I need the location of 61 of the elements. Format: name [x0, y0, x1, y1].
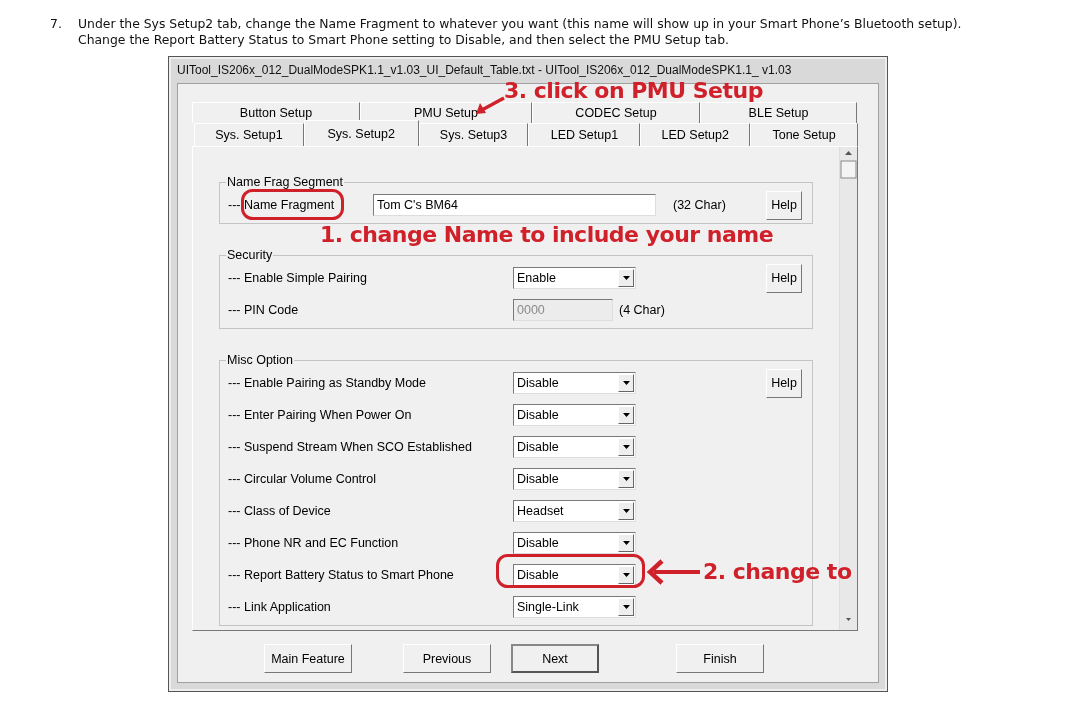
- tab[interactable]: LED Setup1: [528, 123, 641, 146]
- setting-label: --- Suspend Stream When SCO Established: [228, 440, 473, 454]
- char-limit: (32 Char): [673, 198, 726, 212]
- setting-label: --- Link Application: [228, 600, 332, 614]
- dropdown[interactable]: Disable: [513, 564, 636, 586]
- setting-label: --- Name Fragment: [228, 198, 336, 212]
- annotation-arrow: [646, 559, 700, 585]
- char-limit: (4 Char): [619, 303, 665, 317]
- tab[interactable]: Sys. Setup1: [194, 123, 304, 146]
- dropdown[interactable]: Disable: [513, 436, 636, 458]
- tab[interactable]: Sys. Setup2: [303, 120, 419, 146]
- caret-icon: [623, 413, 630, 417]
- caret-icon: [623, 541, 630, 545]
- dropdown[interactable]: Disable: [513, 532, 636, 554]
- tab[interactable]: Button Setup: [192, 102, 360, 123]
- caret-icon: [623, 509, 630, 513]
- setting-label: --- Report Battery Status to Smart Phone: [228, 568, 455, 582]
- instruction-text: Under the Sys Setup2 tab, change the Name Fragment to whatever you want (this name will show up in your Smart Phone’s Bluetooth setup).: [78, 16, 962, 32]
- setting-label: --- PIN Code: [228, 303, 300, 317]
- tab[interactable]: CODEC Setup: [532, 102, 700, 123]
- caret-icon: [623, 605, 630, 609]
- help-button[interactable]: Help: [766, 263, 802, 293]
- setting-label: --- Enter Pairing When Power On: [228, 408, 413, 422]
- annotation-text: 1. change Name to include your name: [320, 222, 774, 247]
- caret-icon: [623, 381, 630, 385]
- dropdown[interactable]: Enable: [513, 267, 636, 289]
- tab[interactable]: Tone Setup: [750, 123, 858, 146]
- group-title: Security: [226, 248, 274, 262]
- annotation-arrow: [476, 96, 505, 114]
- instruction-text: Change the Report Battery Status to Smart Phone setting to Disable, and then select the PMU Setup tab.: [78, 32, 730, 48]
- dropdown[interactable]: Disable: [513, 468, 636, 490]
- tab[interactable]: PMU Setup: [360, 102, 532, 123]
- dialog-button[interactable]: Next: [511, 644, 599, 673]
- dropdown[interactable]: Disable: [513, 404, 636, 426]
- group-title: Name Frag Segment: [226, 175, 345, 189]
- window-title: UITool_IS206x_012_DualModeSPK1.1_v1.03_UI_Default_Table.txt - UITool_IS206x_012_DualModeSPK1.1_ v1.03: [176, 62, 793, 79]
- tab[interactable]: LED Setup2: [640, 123, 751, 146]
- caret-icon: [623, 445, 630, 449]
- dialog-button[interactable]: Finish: [676, 644, 764, 673]
- help-button[interactable]: Help: [766, 190, 802, 220]
- help-button[interactable]: Help: [766, 368, 802, 398]
- setting-label: --- Enable Pairing as Standby Mode: [228, 376, 428, 390]
- dialog-button[interactable]: Main Feature: [264, 644, 352, 673]
- group-title: Misc Option: [226, 353, 294, 367]
- setting-label: --- Class of Device: [228, 504, 332, 518]
- list-number: 7.: [50, 16, 63, 33]
- caret-icon: [623, 477, 630, 481]
- caret-icon: [623, 573, 630, 577]
- setting-label: --- Phone NR and EC Function: [228, 536, 400, 550]
- dropdown[interactable]: Single-Link: [513, 596, 636, 618]
- caret-icon: [623, 276, 630, 280]
- setting-label: --- Enable Simple Pairing: [228, 271, 368, 285]
- input-field[interactable]: Tom C's BM64: [373, 194, 656, 216]
- annotation-text: 3. click on PMU Setup: [504, 78, 763, 103]
- dropdown[interactable]: Headset: [513, 500, 636, 522]
- setting-label: --- Circular Volume Control: [228, 472, 377, 486]
- tab[interactable]: Sys. Setup3: [418, 123, 529, 146]
- dialog-button[interactable]: Previous: [403, 644, 491, 673]
- annotation-text: 2. change to: [703, 559, 852, 584]
- tab[interactable]: BLE Setup: [700, 102, 857, 123]
- dropdown[interactable]: Disable: [513, 372, 636, 394]
